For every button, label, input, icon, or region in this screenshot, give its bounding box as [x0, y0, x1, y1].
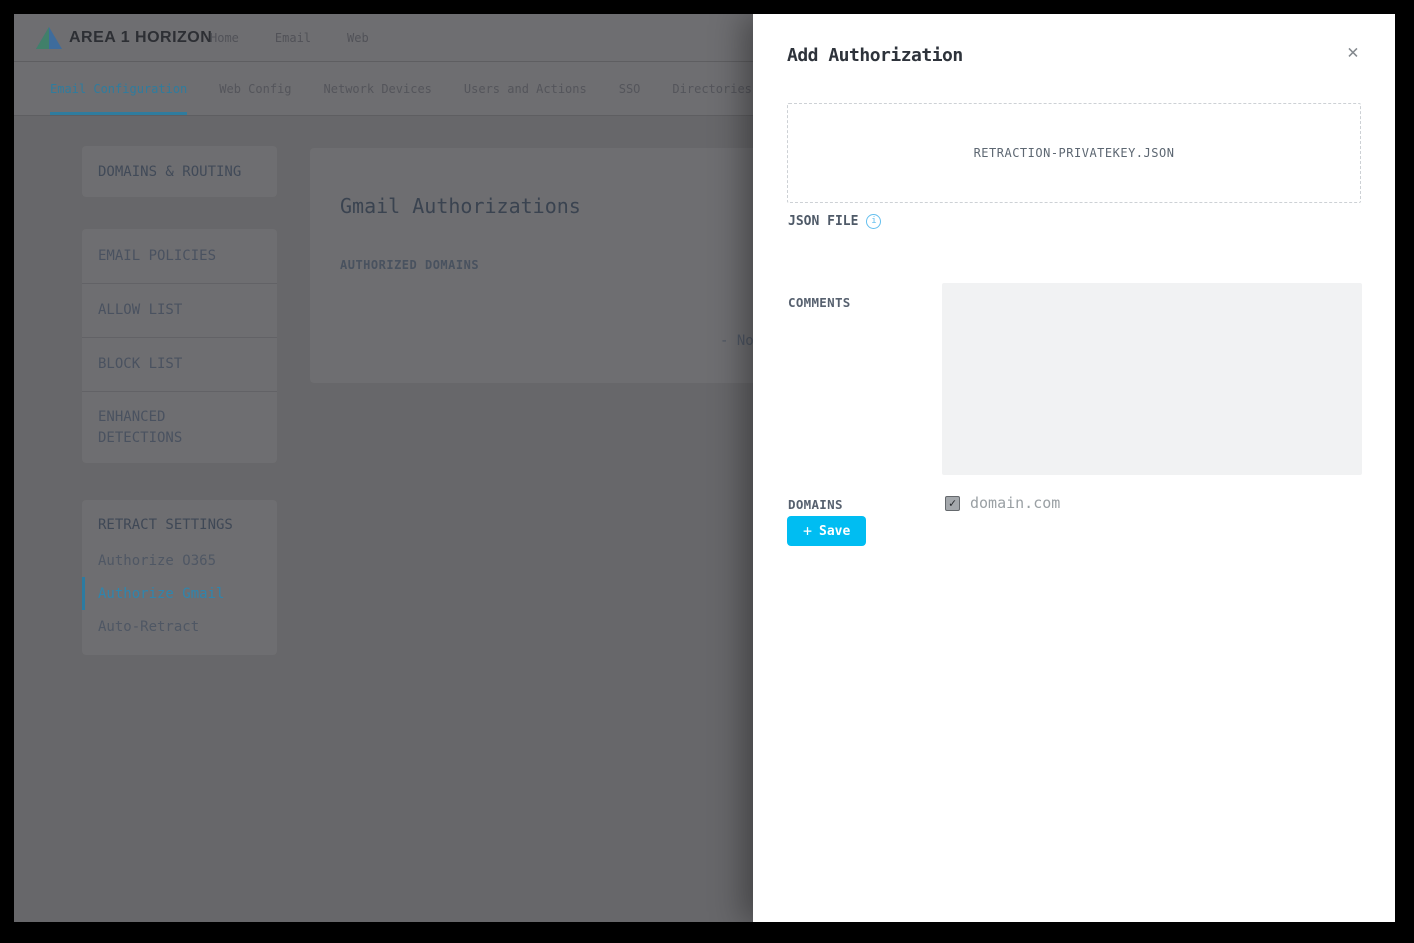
add-authorization-panel: Add Authorization ✕ RETRACTION-PRIVATEKE…	[753, 14, 1395, 922]
save-button-label: Save	[819, 524, 850, 539]
panel-title: Add Authorization	[787, 45, 963, 66]
close-icon[interactable]: ✕	[1339, 38, 1367, 66]
comments-input[interactable]	[942, 283, 1362, 475]
uploaded-filename: RETRACTION-PRIVATEKEY.JSON	[974, 146, 1175, 160]
json-file-label-row: JSON FILE i	[788, 214, 881, 229]
comments-label: COMMENTS	[788, 295, 851, 310]
json-file-label: JSON FILE	[788, 214, 858, 229]
domain-option-label: domain.com	[970, 494, 1060, 512]
modal-overlay[interactable]	[14, 14, 753, 922]
json-file-dropzone[interactable]: RETRACTION-PRIVATEKEY.JSON	[787, 103, 1361, 203]
screenshot-frame: AREA 1 HORIZON Home Email Web Email Conf…	[0, 0, 1414, 943]
save-button[interactable]: + Save	[787, 516, 866, 546]
domains-label: DOMAINS	[788, 497, 843, 512]
plus-icon: +	[803, 524, 812, 539]
domain-checkbox[interactable]: ✓	[945, 496, 960, 511]
info-icon[interactable]: i	[866, 214, 881, 229]
domain-option-row: ✓ domain.com	[945, 494, 1060, 512]
app-window: AREA 1 HORIZON Home Email Web Email Conf…	[14, 14, 1395, 922]
